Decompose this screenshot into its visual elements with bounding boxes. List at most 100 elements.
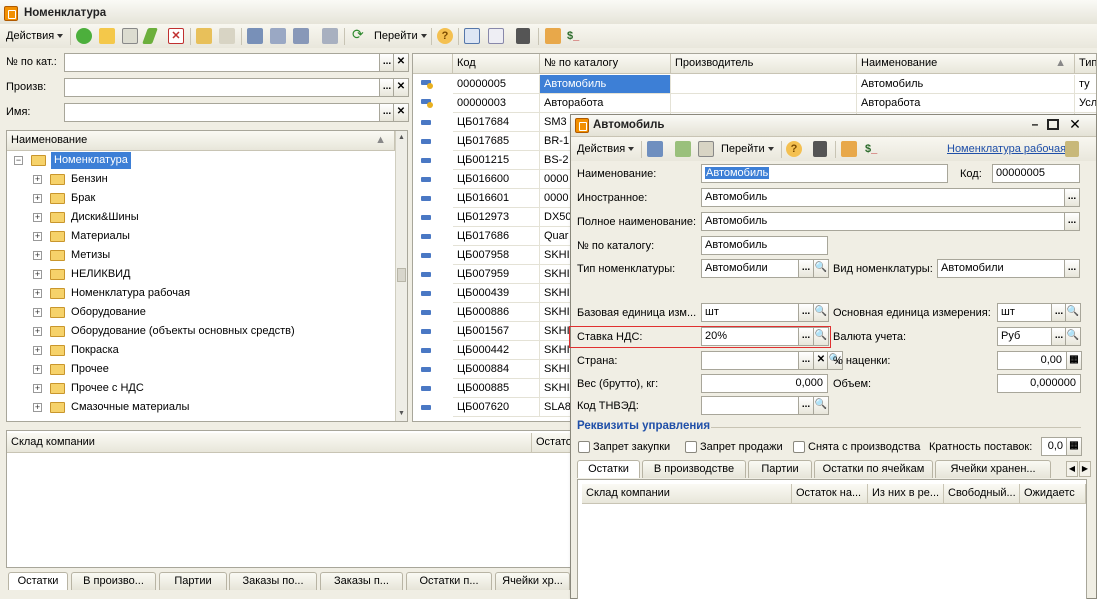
tree-item[interactable]: НЕЛИКВИД [71,266,131,283]
tnved-search-icon[interactable]: 🔍 [813,396,829,415]
fullname-input[interactable]: Автомобиль [701,212,1065,231]
grid-header-catno[interactable]: № по каталогу [540,54,671,74]
tree-expand-toggle[interactable]: + [33,194,42,203]
copy-window-icon[interactable] [545,28,561,44]
tree-view-icon[interactable] [464,28,480,44]
save-icon[interactable] [647,141,663,157]
dialog-help-icon[interactable]: ? [786,141,802,157]
unit-input[interactable]: шт [701,303,799,322]
type-select-button[interactable]: ... [798,259,814,278]
goto-menu[interactable]: Перейти [374,28,427,45]
vat-select-button[interactable]: ... [798,327,814,346]
tree-item[interactable]: Оборудование (объекты основных средств) [71,323,295,340]
code-input[interactable]: 00000005 [992,164,1080,183]
tree-expand-toggle[interactable]: + [33,308,42,317]
unit-search-icon[interactable]: 🔍 [813,303,829,322]
bottom-header-warehouse[interactable]: Склад компании [7,433,532,453]
group-link[interactable]: Номенклатура рабочая [947,141,1066,158]
tree-expand-toggle[interactable]: + [33,213,42,222]
tree-item[interactable]: Материалы [71,228,130,245]
dlg-grid-header-reserved[interactable]: Из них в ре... [868,484,944,504]
dialog-tab[interactable]: Партии [748,460,812,478]
level-up-icon[interactable] [196,28,212,44]
currency-search-icon[interactable]: 🔍 [1065,327,1081,346]
dialog-currency-icon[interactable]: $_ [865,141,877,158]
bottom-tab[interactable]: Ячейки хр... [495,572,570,590]
filter-value-icon[interactable] [270,28,286,44]
delete-icon[interactable]: ✕ [168,28,184,44]
reread-icon[interactable] [675,141,691,157]
filter-catno-input[interactable] [64,53,380,72]
dlg-grid-header-warehouse[interactable]: Склад компании [582,484,792,504]
fullname-select-button[interactable]: ... [1064,212,1080,231]
actions-menu[interactable]: Действия [6,28,64,45]
bottom-tab[interactable]: Заказы по... [229,572,317,590]
multiplicity-calculator-icon[interactable]: ▦ [1066,437,1082,456]
markup-input[interactable]: 0,00 [997,351,1067,370]
tabs-scroll-left[interactable]: ◀ [1066,461,1078,477]
bottom-tab[interactable]: Партии [159,572,227,590]
mainunit-search-icon[interactable]: 🔍 [1065,303,1081,322]
vat-input[interactable]: 20% [701,327,799,346]
kind-input[interactable]: Автомобили [937,259,1065,278]
tree-item[interactable]: Смазочные материалы [71,399,189,416]
dialog-tab[interactable]: В производстве [642,460,746,478]
grid-header-type[interactable]: Тип [1075,54,1096,74]
tree-expand-toggle[interactable]: + [33,365,42,374]
checkbox-no-purchase[interactable] [578,441,590,453]
bottom-tab[interactable]: Остатки п... [406,572,492,590]
grid-header-maker[interactable]: Производитель [671,54,857,74]
name-input[interactable]: Автомобиль [701,164,948,183]
filter-maker-input[interactable] [64,78,380,97]
dialog-tab[interactable]: Ячейки хранен... [935,460,1051,478]
tree-expand-toggle[interactable]: + [33,403,42,412]
tree-expand-toggle[interactable]: + [33,232,42,241]
tree-item[interactable]: Диски&Шины [71,209,139,226]
tree-expand-toggle[interactable]: + [33,270,42,279]
tree-item[interactable]: Прочее [71,361,109,378]
tree-item[interactable]: Оборудование [71,304,146,321]
dialog-copy-window-icon[interactable] [841,141,857,157]
add-icon[interactable] [76,28,92,44]
tree-scrollbar[interactable]: ▲ ▼ [395,131,407,421]
bottom-tab[interactable]: Заказы п... [320,572,403,590]
tree-root-collapse[interactable]: − [14,156,23,165]
bottom-tab[interactable]: В произво... [71,572,156,590]
dialog-list-icon[interactable] [813,141,827,157]
weight-input[interactable]: 0,000 [701,374,828,393]
tree-header[interactable]: Наименование ▲ [7,131,395,151]
grid-header-code[interactable]: Код [453,54,540,74]
maximize-icon[interactable] [1047,119,1059,130]
edit-icon[interactable] [142,28,158,44]
filter-name-clear-button[interactable]: ✕ [393,103,409,122]
tree-item[interactable]: Бензин [71,171,108,188]
foreign-select-button[interactable]: ... [1064,188,1080,207]
dlg-grid-header-free[interactable]: Свободный... [944,484,1020,504]
dialog-tab[interactable]: Остатки по ячейкам [814,460,933,478]
tree-item[interactable]: Метизы [71,247,110,264]
tree-item[interactable]: Покраска [71,342,119,359]
unit-select-button[interactable]: ... [798,303,814,322]
filter-maker-clear-button[interactable]: ✕ [393,78,409,97]
currency-input[interactable]: Руб [997,327,1052,346]
mainunit-input[interactable]: шт [997,303,1052,322]
dlg-grid-header-stock[interactable]: Остаток на... [792,484,868,504]
clear-filter-icon[interactable] [322,28,338,44]
add-folder-icon[interactable] [99,28,115,44]
tnved-input[interactable] [701,396,799,415]
vat-search-icon[interactable]: 🔍 [813,327,829,346]
help-icon[interactable]: ? [437,28,453,44]
minimize-icon[interactable]: – [1027,117,1043,133]
move-icon[interactable] [219,28,235,44]
copy-item-icon[interactable] [698,141,714,157]
tnved-select-button[interactable]: ... [798,396,814,415]
grid-header-name[interactable]: Наименование ▲ [857,54,1075,74]
calculator-icon[interactable]: ▦ [1066,351,1082,370]
dialog-goto-menu[interactable]: Перейти [721,141,774,158]
list-settings-icon[interactable] [516,28,530,44]
tree-item[interactable]: Прочее с НДС [71,380,144,397]
tree-expand-toggle[interactable]: + [33,384,42,393]
tree-expand-toggle[interactable]: + [33,327,42,336]
country-select-button[interactable]: ... [798,351,814,370]
checkbox-discontinued[interactable] [793,441,805,453]
